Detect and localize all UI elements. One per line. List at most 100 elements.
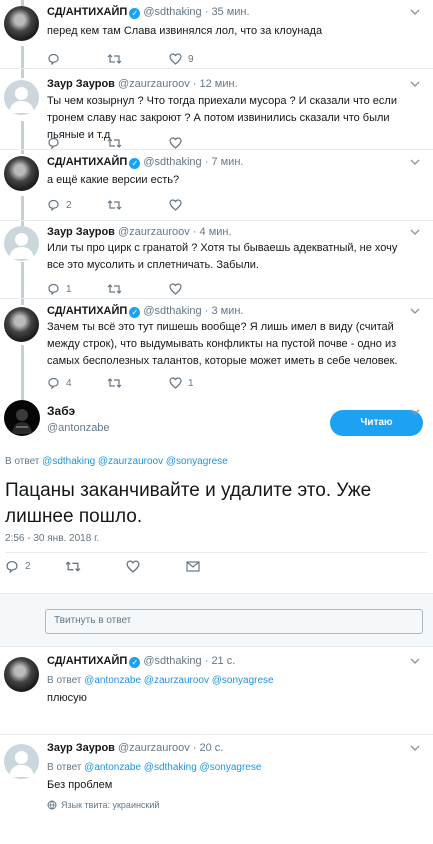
retweet-action[interactable]	[107, 198, 128, 212]
tweet-header: Забэ	[47, 404, 75, 418]
chevron-down-icon[interactable]	[410, 744, 420, 752]
reply-icon	[48, 137, 59, 149]
author-handle-line: @antonzabe	[47, 422, 110, 434]
reply-count: 2	[66, 199, 72, 211]
tweet-time[interactable]: 4 мин.	[200, 226, 232, 238]
like-action[interactable]	[169, 136, 188, 150]
author-name[interactable]: СД/АНТИХАЙП	[47, 305, 127, 317]
author-handle[interactable]: @sdthaking	[143, 156, 201, 168]
separator-dot: ·	[204, 6, 209, 18]
tweet-time[interactable]: 3 мин.	[211, 305, 243, 317]
like-action[interactable]	[169, 198, 188, 212]
verified-badge-icon: ✓	[129, 8, 141, 19]
divider	[0, 646, 433, 647]
like-count: 1	[188, 377, 194, 389]
avatar[interactable]	[4, 744, 39, 779]
reply-icon	[6, 560, 18, 573]
author-handle[interactable]: @antonzabe	[47, 422, 110, 434]
avatar[interactable]	[4, 400, 40, 436]
reply-action[interactable]	[47, 52, 66, 66]
message-action[interactable]	[186, 559, 200, 573]
default-avatar-icon	[9, 751, 34, 777]
divider	[0, 220, 433, 221]
avatar[interactable]	[4, 156, 39, 191]
chevron-down-icon[interactable]	[410, 307, 420, 315]
retweet-icon	[107, 138, 122, 148]
separator-dot: ·	[192, 742, 197, 754]
tweet-time[interactable]: 20 с.	[200, 742, 224, 754]
author-handle[interactable]: @zaurzauroov	[118, 742, 190, 754]
author-name[interactable]: СД/АНТИХАЙП	[47, 156, 127, 168]
like-action[interactable]: 9	[169, 52, 194, 66]
reply-action[interactable]: 1	[47, 282, 72, 296]
separator-dot: ·	[204, 655, 209, 667]
like-action[interactable]	[169, 282, 188, 296]
author-name[interactable]: Забэ	[47, 404, 75, 418]
tweet-actions: 1	[47, 282, 247, 296]
reply-mentions[interactable]: @antonzabe @sdthaking @sonyagrese	[84, 762, 261, 773]
retweet-action[interactable]	[107, 136, 128, 150]
author-handle[interactable]: @sdthaking	[143, 305, 201, 317]
author-name[interactable]: Заур Зауров	[47, 226, 115, 238]
reply-icon	[48, 377, 59, 389]
separator-dot: ·	[204, 305, 209, 317]
reply-mentions[interactable]: @antonzabe @zaurzauroov @sonyagrese	[84, 675, 273, 686]
tweet-language[interactable]: Язык твита: украинский	[47, 800, 159, 810]
avatar[interactable]	[4, 657, 39, 692]
reply-action[interactable]: 2	[5, 559, 31, 573]
chevron-down-icon[interactable]	[410, 408, 420, 416]
tweet-time[interactable]: 12 мин.	[200, 78, 238, 90]
chevron-down-icon[interactable]	[410, 228, 420, 236]
reply-input[interactable]: Твитнуть в ответ	[45, 609, 423, 634]
avatar[interactable]	[4, 307, 39, 342]
tweet-header: СД/АНТИХАЙП ✓ @sdthaking · 21 с.	[47, 655, 235, 668]
tweet-time[interactable]: 35 мин.	[211, 6, 249, 18]
chevron-down-icon[interactable]	[410, 8, 420, 16]
retweet-action[interactable]	[107, 52, 128, 66]
avatar-art-icon	[12, 409, 32, 434]
reply-action[interactable]: 4	[47, 376, 72, 390]
like-action[interactable]	[126, 559, 146, 573]
reply-context: В ответ @antonzabe @sdthaking @sonyagres…	[47, 759, 417, 776]
default-avatar-icon	[9, 233, 34, 259]
verified-badge-icon: ✓	[129, 158, 141, 169]
like-action[interactable]: 1	[169, 376, 194, 390]
avatar[interactable]	[4, 80, 39, 115]
chevron-down-icon[interactable]	[410, 80, 420, 88]
author-name[interactable]: Заур Зауров	[47, 742, 115, 754]
tweet-actions: 4 1	[47, 376, 247, 390]
retweet-action[interactable]	[65, 559, 87, 573]
divider	[5, 552, 428, 553]
avatar[interactable]	[4, 226, 39, 261]
retweet-icon	[107, 284, 122, 294]
tweet-header: СД/АНТИХАЙП ✓ @sdthaking · 3 мин.	[47, 305, 243, 318]
tweet-text: плюсую	[47, 692, 87, 704]
retweet-action[interactable]	[107, 282, 128, 296]
reply-action[interactable]: 2	[47, 198, 72, 212]
reply-action[interactable]	[47, 136, 66, 150]
divider	[0, 734, 433, 735]
heart-icon	[169, 377, 182, 389]
author-name[interactable]: Заур Зауров	[47, 78, 115, 90]
divider	[0, 298, 433, 299]
chevron-down-icon[interactable]	[410, 657, 420, 665]
thread-line	[21, 46, 24, 78]
author-name[interactable]: СД/АНТИХАЙП	[47, 655, 127, 667]
retweet-action[interactable]	[107, 376, 128, 390]
tweet-header: СД/АНТИХАЙП ✓ @sdthaking · 35 мин.	[47, 6, 250, 19]
author-handle[interactable]: @zaurzauroov	[118, 226, 190, 238]
divider	[0, 68, 433, 69]
tweet-time[interactable]: 21 с.	[211, 655, 235, 667]
tweet-time[interactable]: 7 мин.	[211, 156, 243, 168]
author-handle[interactable]: @sdthaking	[143, 6, 201, 18]
default-avatar-icon	[9, 87, 34, 113]
author-handle[interactable]: @zaurzauroov	[118, 78, 190, 90]
tweet-timestamp[interactable]: 2:56 - 30 янв. 2018 г.	[5, 533, 99, 544]
avatar[interactable]	[4, 6, 39, 41]
author-handle[interactable]: @sdthaking	[143, 655, 201, 667]
chevron-down-icon[interactable]	[410, 158, 420, 166]
like-count: 9	[188, 53, 194, 65]
reply-mentions[interactable]: @sdthaking @zaurzauroov @sonyagrese	[42, 456, 228, 467]
author-name[interactable]: СД/АНТИХАЙП	[47, 6, 127, 18]
tweet-actions: 2	[47, 198, 247, 212]
